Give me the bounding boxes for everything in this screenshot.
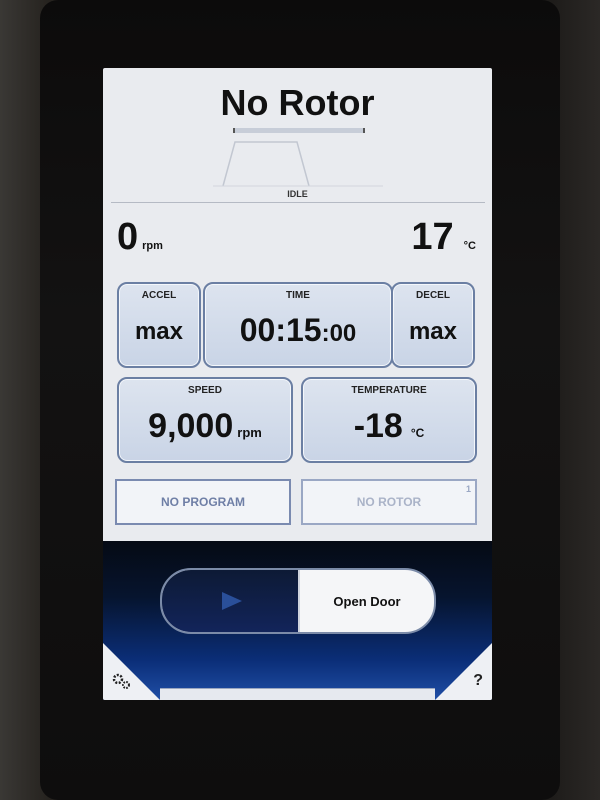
- current-speed-readout: 0 rpm: [117, 216, 163, 259]
- start-door-toggle[interactable]: Open Door: [160, 568, 436, 634]
- program-label: NO PROGRAM: [161, 495, 245, 509]
- rotor-index: 1: [465, 484, 471, 494]
- current-speed-unit: rpm: [142, 240, 163, 252]
- run-state-label: IDLE: [287, 189, 308, 199]
- divider: [111, 202, 485, 203]
- program-button[interactable]: NO PROGRAM: [115, 479, 291, 525]
- speed-setpoint-value: 9,000: [148, 407, 234, 445]
- speed-setpoint-unit: rpm: [237, 425, 262, 440]
- temperature-label: TEMPERATURE: [351, 385, 427, 396]
- decel-label: DECEL: [416, 290, 450, 301]
- time-button[interactable]: TIME 00:15:00: [203, 282, 393, 368]
- help-icon: ?: [473, 672, 483, 689]
- current-temperature-unit: °C: [463, 240, 476, 252]
- current-temperature-value: 17: [411, 216, 454, 258]
- speed-setpoint: 9,000 rpm: [119, 407, 291, 446]
- rotor-indicator: [233, 128, 365, 133]
- rotor-label: NO ROTOR: [356, 495, 422, 509]
- time-value-main: 00:15: [239, 312, 322, 348]
- rotor-button[interactable]: NO ROTOR 1: [301, 479, 477, 525]
- speed-label: SPEED: [188, 385, 222, 396]
- accel-button[interactable]: ACCEL max: [117, 282, 201, 368]
- start-button[interactable]: [162, 570, 300, 632]
- accel-label: ACCEL: [141, 290, 177, 301]
- speed-button[interactable]: SPEED 9,000 rpm: [117, 377, 293, 463]
- time-value: 00:15:00: [205, 312, 391, 349]
- current-speed-value: 0: [117, 216, 139, 258]
- open-door-button[interactable]: Open Door: [300, 570, 434, 632]
- accel-value: max: [134, 318, 184, 345]
- play-icon: [222, 592, 242, 610]
- run-profile-graph: [213, 141, 383, 187]
- current-temperature-readout: 17 °C: [411, 216, 476, 259]
- decel-button[interactable]: DECEL max: [391, 282, 475, 368]
- open-door-label: Open Door: [333, 593, 401, 609]
- decel-value: max: [408, 318, 458, 345]
- touch-screen: No Rotor IDLE 0 rpm 17 °C ACCEL max TIME 0…: [103, 68, 492, 700]
- temperature-setpoint-value: -18: [353, 407, 403, 445]
- bottom-status-bar: [160, 688, 435, 700]
- page-title: No Rotor: [220, 82, 375, 123]
- temperature-setpoint-unit: °C: [410, 426, 425, 440]
- temperature-setpoint: -18 °C: [303, 407, 475, 446]
- temperature-button[interactable]: TEMPERATURE -18 °C: [301, 377, 477, 463]
- time-value-seconds: :00: [321, 320, 357, 347]
- time-label: TIME: [286, 290, 310, 301]
